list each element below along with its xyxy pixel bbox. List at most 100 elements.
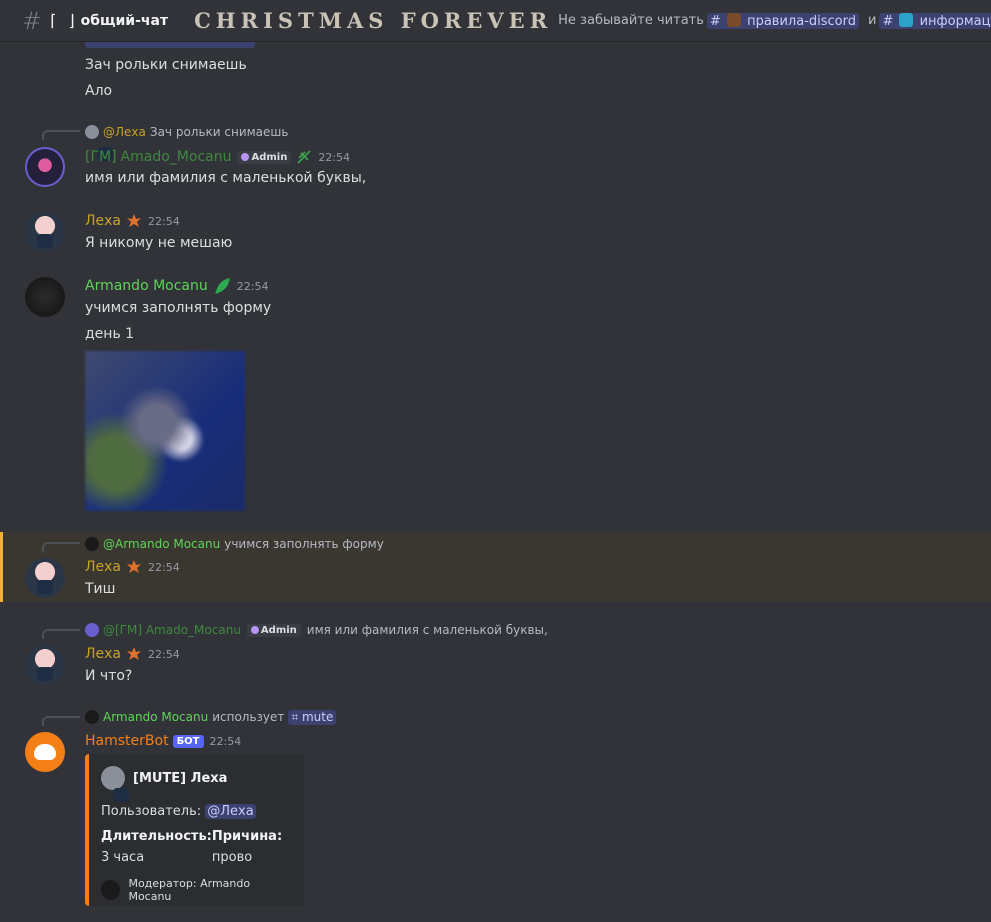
message-text: имя или фамилия с маленькой буквы,: [85, 170, 367, 186]
maple-leaf-icon: [127, 560, 142, 573]
message-text: учимся заполнять форму: [85, 300, 272, 316]
timestamp: 22:54: [148, 560, 180, 574]
embed-author: [MUTE] Леха: [101, 766, 292, 802]
reply-spine: [42, 542, 80, 552]
username[interactable]: Armando Mocanu: [85, 278, 208, 294]
avatar[interactable]: [25, 558, 65, 598]
message-text: день 1: [85, 326, 135, 342]
username[interactable]: HamsterBot: [85, 733, 169, 749]
mute-embed: [MUTE] Леха Пользователь: @Леха Длительн…: [85, 754, 304, 906]
slash-command[interactable]: ⌗ mute: [288, 709, 337, 725]
timestamp: 22:54: [148, 647, 180, 661]
leaf-badge-icon: [297, 150, 311, 164]
username-prefix[interactable]: [ГМ]: [85, 149, 117, 165]
embed-field-duration: Длительность: 3 часа: [101, 829, 212, 865]
attached-image[interactable]: [85, 351, 245, 511]
message-header: Леха 22:54: [85, 211, 180, 231]
avatar: [101, 766, 129, 802]
avatar[interactable]: [25, 212, 65, 252]
message-text: Зач рольки снимаешь: [85, 57, 247, 73]
username[interactable]: Amado_Mocanu: [121, 149, 232, 165]
briefcase-emoji-icon: [726, 12, 741, 27]
reply-author[interactable]: @[ГМ] Amado_Mocanu: [103, 623, 241, 637]
timestamp: 22:54: [236, 279, 269, 293]
username[interactable]: Леха: [85, 213, 121, 229]
user-mention[interactable]: @Леха: [205, 804, 256, 819]
reply-preview[interactable]: Armando Mocanu использует ⌗ mute: [85, 709, 337, 725]
topic-and: и: [867, 13, 877, 28]
reply-preview[interactable]: @Леха Зач рольки снимаешь: [85, 124, 289, 161]
reply-author[interactable]: Armando Mocanu: [103, 710, 208, 724]
reply-author[interactable]: @Леха: [103, 125, 146, 139]
message-text: Тиш: [85, 581, 116, 597]
timestamp: 22:54: [148, 214, 180, 228]
reply-preview[interactable]: @[ГМ] Amado_Mocanu Admin имя или фамилия…: [85, 622, 548, 638]
flame-icon: [241, 153, 250, 161]
info-channel-link[interactable]: # информаци: [879, 12, 991, 29]
rules-channel-link[interactable]: # правила-discord: [706, 12, 859, 29]
message-header: Леха 22:54: [85, 557, 180, 577]
username[interactable]: Леха: [85, 646, 121, 662]
embed-field-reason: Причина: прово: [212, 829, 292, 865]
avatar: [85, 623, 99, 637]
field-value: 3 часа: [101, 850, 145, 865]
field-name: Причина:: [211, 829, 283, 844]
reply-spine: [42, 629, 80, 639]
timestamp: 22:54: [209, 734, 242, 748]
role-tag[interactable]: Admin: [237, 150, 292, 164]
avatar: [85, 537, 99, 551]
timestamp: 22:54: [318, 150, 351, 164]
username[interactable]: Леха: [85, 559, 121, 575]
avatar: [85, 125, 113, 161]
message-header: Armando Mocanu 22:54: [85, 276, 268, 296]
reply-uses: использует: [212, 710, 285, 724]
reply-text: имя или фамилия с маленькой буквы,: [306, 623, 548, 637]
field-value: прово: [211, 850, 253, 865]
reply-preview[interactable]: @Armando Mocanu учимся заполнять форму: [85, 536, 384, 552]
field-name: Длительность:: [101, 829, 212, 844]
avatar: [85, 710, 99, 724]
leaf-badge-icon: [215, 278, 230, 294]
channel-name: общий-чат: [80, 12, 169, 29]
embed-fields: Длительность: 3 часа Причина: прово: [101, 829, 292, 865]
topic-prefix: Не забывайте читать: [558, 13, 704, 28]
diamond-emoji-icon: [899, 12, 914, 27]
hamster-icon: [34, 744, 56, 760]
reply-spine: [42, 130, 80, 140]
reply-text: учимся заполнять форму: [224, 537, 384, 551]
server-banner: CHRISTMAS FOREVER: [194, 8, 553, 33]
role-tag: Admin: [246, 623, 301, 637]
role-label: Admin: [260, 624, 297, 636]
cropped-mention: [85, 42, 255, 48]
embed-user-line: Пользователь: @Леха: [101, 804, 292, 819]
role-label: Admin: [251, 151, 288, 163]
info-channel-name: информаци: [919, 13, 991, 29]
maple-leaf-icon: [127, 647, 142, 660]
avatar[interactable]: [25, 147, 65, 187]
channel-hash-icon: #: [22, 6, 43, 35]
reply-text: Зач рольки снимаешь: [149, 125, 289, 139]
maple-leaf-icon: [127, 214, 142, 227]
avatar[interactable]: [25, 732, 65, 772]
bot-tag: БОТ: [172, 734, 204, 748]
rules-channel-name: правила-discord: [747, 13, 856, 29]
embed-title: [MUTE] Леха: [133, 770, 228, 786]
channel-header: # ⌈ ⌋ общий-чат CHRISTMAS FOREVER Не заб…: [0, 0, 991, 42]
bracket-close: ⌋: [68, 11, 75, 30]
command-name: mute: [301, 709, 334, 724]
embed-user-label: Пользователь:: [101, 804, 202, 819]
avatar: [101, 880, 121, 900]
message-text: Ало: [85, 83, 113, 99]
avatar[interactable]: [25, 645, 65, 685]
embed-footer: Модератор: Armando Mocanu: [101, 877, 292, 903]
reply-author[interactable]: @Armando Mocanu: [103, 537, 220, 551]
avatar[interactable]: [25, 277, 65, 317]
message-header: Леха 22:54: [85, 644, 180, 664]
reply-spine: [42, 716, 80, 726]
message-header: [ГМ] Amado_Mocanu Admin 22:54: [85, 147, 350, 167]
embed-footer-text: Модератор: Armando Mocanu: [128, 877, 251, 903]
message-text: Я никому не мешаю: [85, 235, 233, 251]
flame-icon: [250, 626, 259, 634]
message-header: HamsterBot БОТ 22:54: [85, 731, 241, 751]
bracket-open: ⌈: [50, 11, 57, 30]
